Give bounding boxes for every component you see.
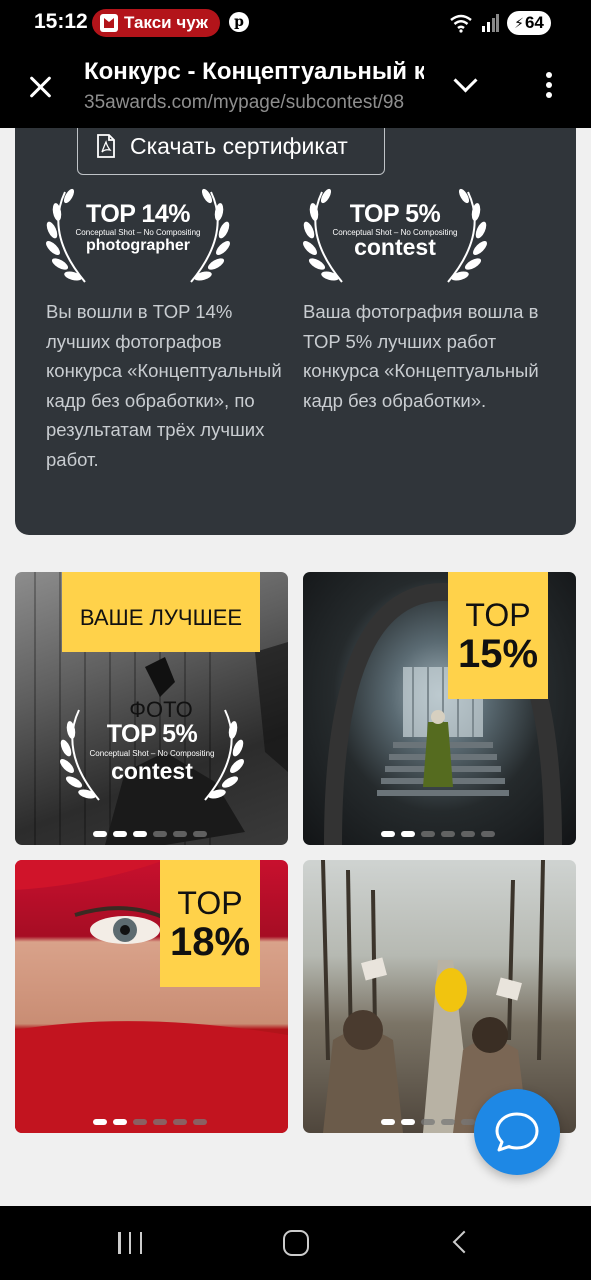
carousel-dot <box>401 1119 415 1125</box>
top15-label-top: TOP <box>465 597 531 633</box>
carousel-dot <box>193 831 207 837</box>
carousel-dot <box>93 1119 107 1125</box>
badge-top-text: TOP 14% <box>86 200 190 228</box>
carousel-dots <box>93 831 207 837</box>
badge-kind: photographer <box>86 237 190 254</box>
chat-button[interactable] <box>474 1089 560 1175</box>
photo-card-best[interactable]: ВАШЕ ЛУЧШЕЕ ФОТО TOP 5% Conceptual Shot … <box>15 572 288 845</box>
taxi-app-icon <box>100 14 118 32</box>
best-photo-label: ВАШЕ ЛУЧШЕЕ ФОТО <box>62 572 260 722</box>
badge-description-contest: Ваша фотография вошла в TOP 5% лучших ра… <box>303 301 539 411</box>
badge-top5-contest: TOP 5% Conceptual Shot – No Compositing … <box>300 184 490 294</box>
page-content: Скачать сертификат TOP 14% Conceptual Sh… <box>0 128 591 1206</box>
pinterest-icon: p <box>229 12 249 32</box>
carousel-dot <box>133 831 147 837</box>
top18-label-top: TOP <box>177 885 243 921</box>
battery-level: 64 <box>524 13 544 32</box>
photo-card-top18[interactable]: TOP 18% <box>15 860 288 1133</box>
top15-label: TOP 15% <box>448 572 548 699</box>
carousel-dot <box>421 1119 435 1125</box>
pdf-icon <box>97 134 115 158</box>
carousel-dot <box>113 831 127 837</box>
chevron-down-icon[interactable] <box>452 74 480 94</box>
carousel-dot <box>173 831 187 837</box>
carousel-dot <box>401 831 415 837</box>
carousel-dot <box>461 1119 475 1125</box>
carousel-dot <box>441 1119 455 1125</box>
top15-label-pct: 15% <box>457 632 539 676</box>
carousel-dot <box>441 831 455 837</box>
badge-description-photographer: Вы вошли в TOP 14% лучших фотографов кон… <box>46 301 282 470</box>
home-icon[interactable] <box>283 1230 309 1256</box>
photo-badge-kind: contest <box>111 758 193 784</box>
badge-kind: contest <box>354 234 436 260</box>
carousel-dot <box>381 1119 395 1125</box>
photo-badge-subtitle: Conceptual Shot – No Compositing <box>89 749 215 758</box>
photo-badge-top5: TOP 5% Conceptual Shot – No Compositing … <box>57 702 247 812</box>
download-certificate-label: Скачать сертификат <box>130 132 348 159</box>
carousel-dot <box>381 831 395 837</box>
carousel-dot <box>93 831 107 837</box>
signal-icon <box>482 14 499 32</box>
page-url[interactable]: 35awards.com/mypage/subcontest/98 <box>84 92 424 114</box>
battery-indicator: ⚡ 64 <box>507 11 551 35</box>
badge-subtitle: Conceptual Shot – No Compositing <box>75 228 201 237</box>
notification-text: Такси чуж <box>124 13 208 32</box>
download-certificate-button[interactable]: Скачать сертификат <box>77 128 385 175</box>
carousel-dots <box>381 831 495 837</box>
status-bar: 15:12 Такси чуж p ⚡ 64 <box>0 0 591 46</box>
status-icons: ⚡ 64 <box>449 11 551 35</box>
recent-apps-icon[interactable] <box>118 1232 142 1254</box>
back-icon[interactable] <box>452 1230 476 1254</box>
bolt-icon: ⚡ <box>514 14 524 31</box>
chat-bubble-icon <box>495 1112 539 1152</box>
carousel-dot <box>153 831 167 837</box>
carousel-dot <box>113 1119 127 1125</box>
more-options-icon[interactable] <box>536 70 562 104</box>
wifi-icon <box>450 14 472 33</box>
carousel-dot <box>133 1119 147 1125</box>
top18-label: TOP 18% <box>160 860 260 987</box>
status-time: 15:12 <box>34 10 88 33</box>
carousel-dot <box>193 1119 207 1125</box>
photo-badge-top: TOP 5% <box>106 720 198 748</box>
badge-top-text: TOP 5% <box>349 200 441 228</box>
top18-label-pct: 18% <box>169 920 251 964</box>
carousel-dot <box>173 1119 187 1125</box>
carousel-dots <box>93 1119 207 1125</box>
carousel-dot <box>481 831 495 837</box>
carousel-dot <box>421 831 435 837</box>
system-nav-bar <box>0 1206 591 1280</box>
carousel-dot <box>461 831 475 837</box>
carousel-dot <box>153 1119 167 1125</box>
close-icon[interactable] <box>26 72 56 102</box>
page-title: Конкурс - Концептуальный кадр без обрабо… <box>84 58 424 85</box>
notification-pill[interactable]: Такси чуж <box>92 9 220 37</box>
custom-tab-header: Конкурс - Концептуальный кадр без обрабо… <box>0 46 591 128</box>
photo-card-top15[interactable]: TOP 15% <box>303 572 576 845</box>
badge-top14-photographer: TOP 14% Conceptual Shot – No Compositing… <box>43 184 233 294</box>
certificate-card: Скачать сертификат TOP 14% Conceptual Sh… <box>15 128 576 535</box>
